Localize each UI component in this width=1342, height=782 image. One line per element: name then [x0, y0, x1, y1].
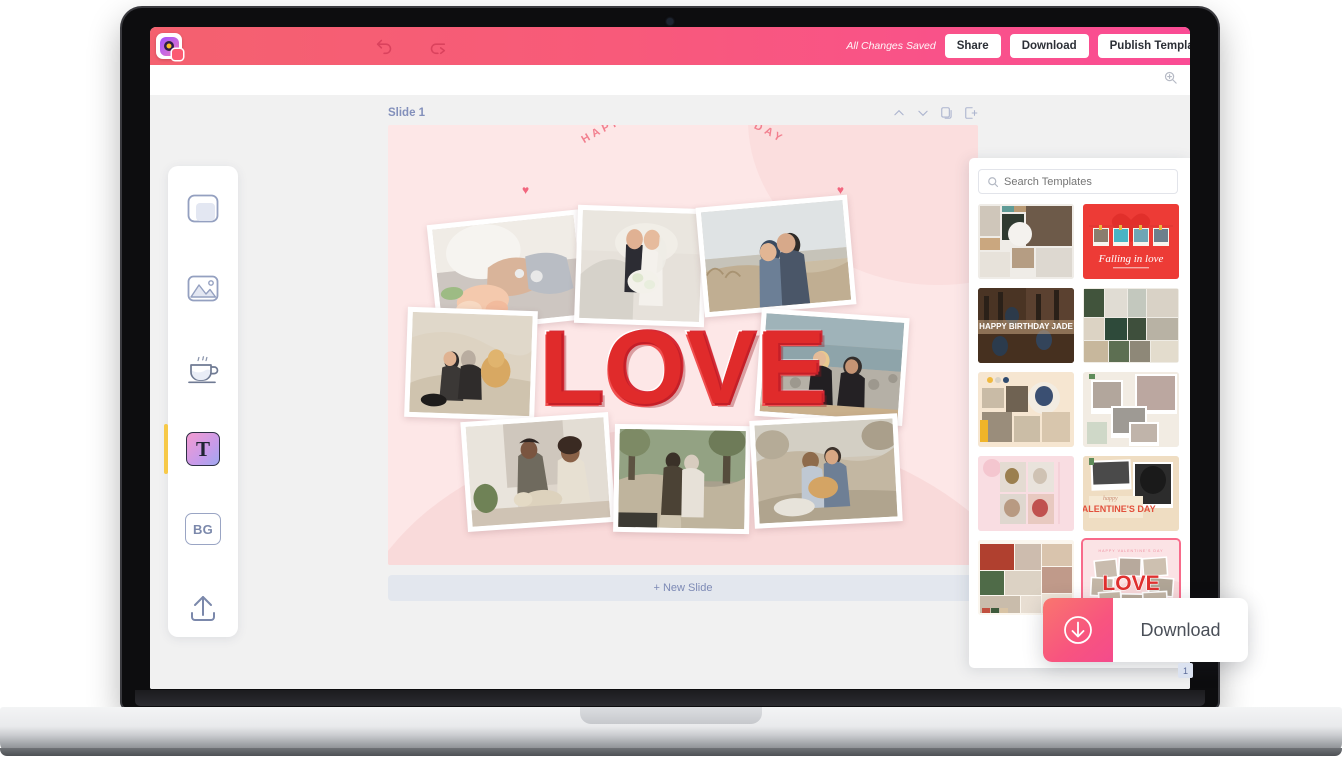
coffee-cup-icon [188, 356, 219, 384]
workspace: T BG Slide 1 HAP DAY ♥ ♥ LOVE + New Slid… [150, 95, 1190, 689]
text-t-icon: T [186, 432, 220, 466]
svg-text:HAPPY BIRTHDAY JADE: HAPPY BIRTHDAY JADE [979, 322, 1073, 331]
green-nature-grid-thumb [1083, 288, 1179, 363]
picture-mountain-icon [187, 275, 219, 302]
couple-dog-sand-image [409, 311, 533, 417]
zoom-in-magnifier-icon[interactable] [1163, 70, 1178, 90]
couple-dog-porch-image [465, 417, 611, 527]
search-input[interactable] [1004, 175, 1154, 188]
collage-photo[interactable] [573, 204, 709, 328]
couple-beach-sunset-image [700, 200, 852, 312]
template-card[interactable] [978, 456, 1074, 531]
add-slide-icon[interactable] [964, 106, 978, 120]
heart-left-icon: ♥ [522, 183, 530, 197]
webcam-icon [666, 18, 674, 25]
couple-park-path-image [618, 428, 746, 530]
template-card[interactable] [978, 372, 1074, 447]
slide-canvas[interactable]: HAPPY VALENTINE'S DAY ♥ ♥ [388, 125, 978, 565]
redo-arrow-icon[interactable] [426, 35, 448, 57]
download-button[interactable]: Download [1009, 34, 1089, 58]
upload-arrow-icon [191, 596, 215, 621]
sidebar-item-upload[interactable] [184, 590, 222, 628]
curved-headline-svg: HAPPY VALENTINE'S DAY [579, 125, 783, 146]
sidebar-item-stickers[interactable] [184, 350, 222, 388]
svg-text:LOVE: LOVE [1102, 572, 1159, 595]
canvas-column: Slide 1 HAP DAY ♥ ♥ LOVE + New Slide [388, 95, 978, 601]
topbar-actions: All Changes Saved Share Download Publish… [846, 34, 1190, 58]
undo-arrow-icon[interactable] [374, 35, 396, 57]
share-button[interactable]: Share [944, 34, 1001, 58]
bride-groom-kiss-image [579, 209, 703, 323]
templates-panel: Falling in love [969, 158, 1190, 668]
template-card[interactable] [1083, 288, 1179, 363]
headline-group: HAPPY VALENTINE'S DAY ♥ ♥ [388, 125, 978, 201]
new-slide-button[interactable]: + New Slide [388, 575, 978, 601]
laptop-hinge [135, 690, 1205, 706]
tool-sidebar: T BG [164, 166, 238, 637]
template-card[interactable] [978, 204, 1074, 279]
duplicate-slide-icon[interactable] [940, 106, 954, 120]
search-magnifier-icon [988, 176, 999, 187]
svg-text:Falling in love: Falling in love [1098, 253, 1164, 265]
beige-lifestyle-thumb [978, 372, 1074, 447]
slide-header: Slide 1 [388, 95, 978, 125]
template-card[interactable] [1083, 372, 1179, 447]
editor-application: All Changes Saved Share Download Publish… [150, 27, 1190, 689]
happy-birthday-jade-thumb: HAPPY BIRTHDAY JADE [978, 288, 1074, 363]
publish-template-button[interactable]: Publish Template [1097, 34, 1190, 58]
laptop-notch [580, 707, 762, 724]
couple-dog-field-image [754, 418, 898, 524]
valentines-day-thumb: VALENTINE'S DAY happy [1083, 456, 1179, 531]
pink-wedding-grid-thumb [978, 456, 1074, 531]
slide-action-group [892, 106, 978, 120]
rounded-square-shape-icon [187, 194, 219, 223]
collage-photo[interactable] [695, 194, 857, 318]
screenshot-stage: All Changes Saved Share Download Publish… [0, 0, 1342, 782]
collage-photo[interactable] [404, 306, 538, 422]
falling-in-love-thumb: Falling in love [1083, 204, 1179, 279]
laptop-foot [0, 748, 1342, 756]
download-floating-button[interactable]: Download [1043, 598, 1248, 662]
zoom-toolbar [150, 65, 1190, 95]
app-logo-icon[interactable] [156, 33, 183, 60]
family-polaroid-thumb [1083, 372, 1179, 447]
svg-text:HAPPY VALENTINE'S DAY: HAPPY VALENTINE'S DAY [1098, 549, 1163, 553]
top-toolbar: All Changes Saved Share Download Publish… [150, 27, 1190, 65]
sidebar-item-background[interactable]: BG [184, 510, 222, 548]
bg-icon: BG [185, 513, 221, 545]
template-card[interactable]: Falling in love [1083, 204, 1179, 279]
chevron-up-icon[interactable] [892, 106, 906, 120]
undo-redo-group [374, 35, 448, 57]
templates-grid: Falling in love HAPPY BIRTHDAY JADE VALE… [978, 204, 1181, 615]
save-status-text: All Changes Saved [846, 40, 936, 52]
photo-collage[interactable]: LOVE [404, 194, 938, 535]
sidebar-item-shapes[interactable] [184, 190, 222, 228]
download-float-label: Download [1140, 619, 1221, 640]
collage-photo[interactable] [613, 423, 751, 535]
page-number-badge[interactable]: 1 [1178, 663, 1193, 678]
chevron-down-icon[interactable] [916, 106, 930, 120]
collage-photo[interactable] [460, 411, 616, 533]
sidebar-item-images[interactable] [184, 270, 222, 308]
template-card[interactable]: HAPPY BIRTHDAY JADE [978, 288, 1074, 363]
svg-text:happy: happy [1103, 496, 1118, 502]
slide-label: Slide 1 [388, 107, 426, 119]
circle-arrow-down-icon[interactable] [1043, 598, 1113, 662]
search-templates-box[interactable] [978, 169, 1178, 194]
svg-text:VALENTINE'S DAY: VALENTINE'S DAY [1083, 504, 1156, 514]
love-word-art[interactable]: LOVE [538, 314, 827, 421]
collage-photo[interactable] [749, 413, 903, 529]
neutral-mood-board-thumb [978, 204, 1074, 279]
sidebar-item-text[interactable]: T [164, 424, 222, 474]
template-card[interactable]: VALENTINE'S DAY happy [1083, 456, 1179, 531]
